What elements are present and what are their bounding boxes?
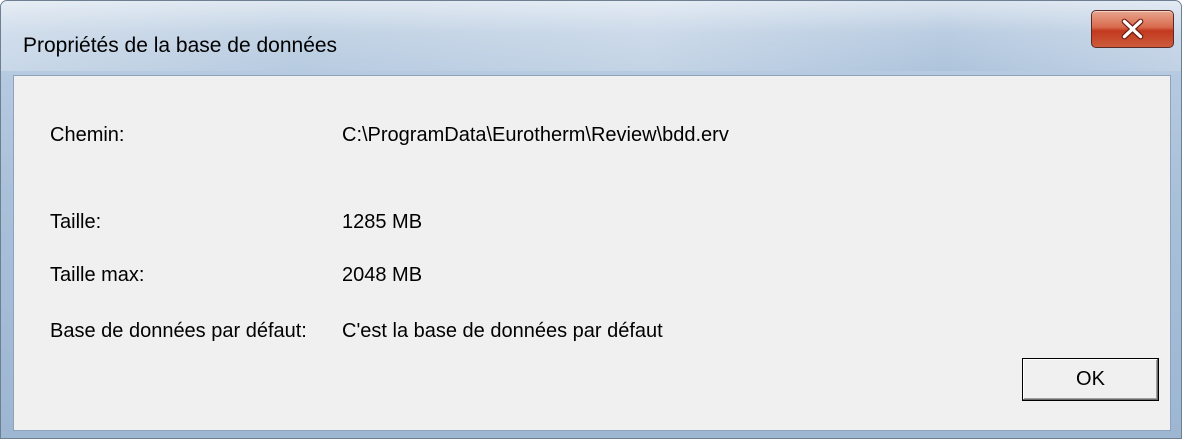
window-title: Propriétés de la base de données	[23, 34, 338, 57]
path-value: C:\ProgramData\Eurotherm\Review\bdd.erv	[342, 124, 729, 146]
path-label: Chemin:	[50, 124, 125, 146]
size-label: Taille:	[50, 211, 102, 233]
dialog-window: Propriétés de la base de données Chemin:…	[0, 0, 1182, 439]
max-size-value: 2048 MB	[342, 264, 423, 286]
close-icon	[1121, 18, 1144, 40]
default-db-value: C'est la base de données par défaut	[342, 320, 663, 342]
max-size-label: Taille max:	[50, 264, 145, 286]
size-value: 1285 MB	[342, 211, 423, 233]
default-db-label: Base de données par défaut:	[50, 320, 307, 342]
close-button[interactable]	[1091, 10, 1174, 48]
dialog-content: Chemin: C:\ProgramData\Eurotherm\Review\…	[13, 75, 1171, 431]
ok-button[interactable]: OK	[1022, 358, 1159, 401]
title-bar[interactable]: Propriétés de la base de données	[1, 1, 1181, 71]
